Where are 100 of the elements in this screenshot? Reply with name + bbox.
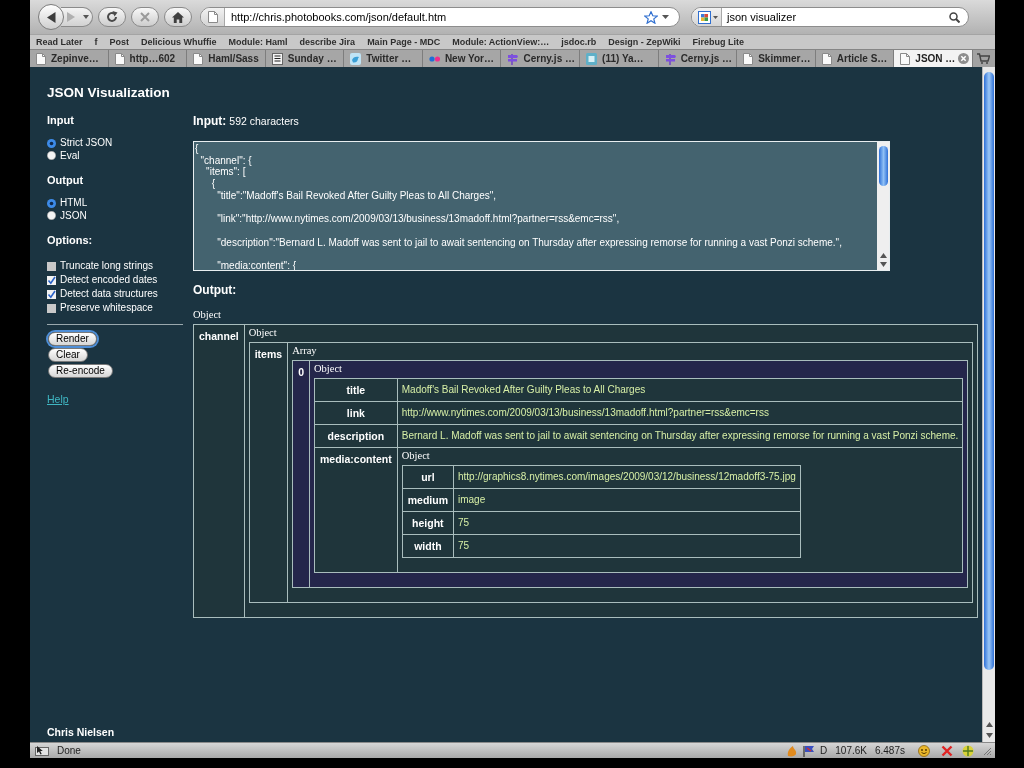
history-button[interactable] [81,7,93,27]
page-icon [821,52,832,65]
flag-icon[interactable] [803,744,816,757]
radio-label[interactable]: Strict JSON [60,137,113,150]
browser-tab[interactable]: Skimmer… [737,50,816,67]
type-label: Object [401,449,431,463]
key-cell: height [402,511,454,535]
bookmark-link[interactable]: f [94,36,98,48]
checkbox[interactable] [47,261,56,271]
help-link[interactable]: Help [47,393,69,406]
action-button[interactable]: Re-encode [48,364,113,378]
value-cell: 75 [453,511,801,535]
star-icon[interactable] [644,10,658,24]
search-icon[interactable] [949,11,960,23]
radio-label[interactable]: JSON [60,209,87,222]
section-heading: Input: [193,113,227,129]
reload-button[interactable] [98,7,126,27]
radio-label[interactable]: HTML [60,197,88,210]
browser-tab[interactable]: Sunday … [265,50,345,67]
action-button[interactable]: Render [48,332,97,346]
bookmark-link[interactable]: Module: Haml [228,36,288,48]
section-heading: Output [47,173,84,187]
status-text: Done [57,744,81,757]
page-icon [207,11,218,23]
checkbox[interactable] [47,303,56,313]
browser-tab[interactable]: Cerny.js … [501,50,581,67]
radio-label[interactable]: Eval [60,149,80,162]
radio-button[interactable] [47,198,56,208]
radio-button[interactable] [47,151,56,161]
value-cell: Bernard L. Madoff was sent to jail to await sentencing on Thursday after expressing remorse for running a vast Ponzi scheme. [397,424,963,448]
page-icon [193,52,204,65]
browser-tab[interactable]: (11) Ya… [580,50,659,67]
page-title: JSON Visualization [47,84,170,101]
resize-grip-icon[interactable] [982,745,992,756]
bookmark-link[interactable]: Post [109,36,130,48]
page-icon [743,52,754,65]
reload-icon [106,11,118,23]
browser-tab[interactable]: Cerny.js … [658,50,738,67]
bookmark-link[interactable]: describe Jira [299,36,356,48]
caret-icon[interactable] [662,15,669,19]
browser-tab[interactable]: Haml/Sass [187,50,266,67]
browser-tab[interactable]: JSON … [894,50,973,67]
key-cell: width [402,534,454,558]
browser-tab[interactable]: http…602 [108,50,188,67]
search-field[interactable]: json visualizer [691,7,969,27]
bookmark-link[interactable]: Firebug Lite [692,36,745,48]
close-icon[interactable] [957,53,969,64]
checkbox[interactable] [47,289,56,299]
home-icon [172,11,184,23]
plus-icon[interactable] [962,744,974,757]
page-icon [36,52,46,65]
scroll-down-icon[interactable] [985,733,993,738]
pointer-icon[interactable] [35,745,49,756]
value-cell: 75 [453,534,801,558]
tile-icon [586,52,598,65]
input-scrollbar[interactable] [877,142,889,270]
scroll-up-icon[interactable] [985,722,993,727]
key-cell: medium [402,488,454,512]
author-name: Chris Nielsen [47,726,115,739]
bookmark-link[interactable]: Delicious Whuffie [141,36,217,48]
smiley-icon[interactable] [918,744,930,757]
browser-tab[interactable]: Zepinve… [30,50,109,67]
checkbox-label[interactable]: Detect encoded dates [60,274,158,286]
square-icon[interactable] [698,10,711,24]
scroll-down-icon[interactable] [879,262,887,267]
scroll-up-icon[interactable] [879,253,887,258]
page-icon [114,52,125,65]
bookmark-link[interactable]: Design - ZepWiki [608,36,681,48]
caret-icon[interactable] [713,15,718,19]
bookmark-link[interactable]: Read Later [36,36,83,48]
home-button[interactable] [164,7,192,27]
radio-button[interactable] [47,211,56,221]
bookmark-link[interactable]: Main Page - MDC [367,36,441,48]
bookmark-link[interactable]: jsdoc.rb [561,36,597,48]
value-cell: http://www.nytimes.com/2009/03/13/business/13madoff.html?partner=rss&emc=rss [397,401,963,425]
bookmark-link[interactable]: Module: ActionView:… [452,36,550,48]
value-cell: image [453,488,801,512]
key-cell: items [249,342,288,603]
stop-button[interactable] [131,7,159,27]
back-button[interactable] [38,4,64,30]
browser-tab[interactable]: New Yor… [422,50,502,67]
stop-icon [140,12,150,22]
value-cell: Madoff's Bail Revoked After Guilty Pleas to All Charges [397,378,963,402]
checkbox-label[interactable]: Preserve whitespace [60,302,153,314]
cross-icon[interactable] [941,744,953,757]
url-field[interactable]: http://chris.photobooks.com/json/default.htm [200,7,680,27]
action-button[interactable]: Clear [48,348,88,362]
checkbox[interactable] [47,275,56,285]
browser-tab[interactable]: Twitter … [344,50,423,67]
radio-button[interactable] [47,138,56,148]
scrollbar-thumb[interactable] [878,146,888,186]
page-scrollbar[interactable] [982,67,995,742]
type-label: Object [248,326,278,340]
browser-tab[interactable]: Article S… [815,50,895,67]
checkbox-label[interactable]: Detect data structures [60,288,158,300]
section-heading: Output: [193,282,238,298]
checkbox-label[interactable]: Truncate long strings [60,260,153,272]
scrollbar-thumb[interactable] [984,72,994,670]
forward-arrow-icon [67,12,75,22]
cart-icon[interactable] [977,53,991,64]
